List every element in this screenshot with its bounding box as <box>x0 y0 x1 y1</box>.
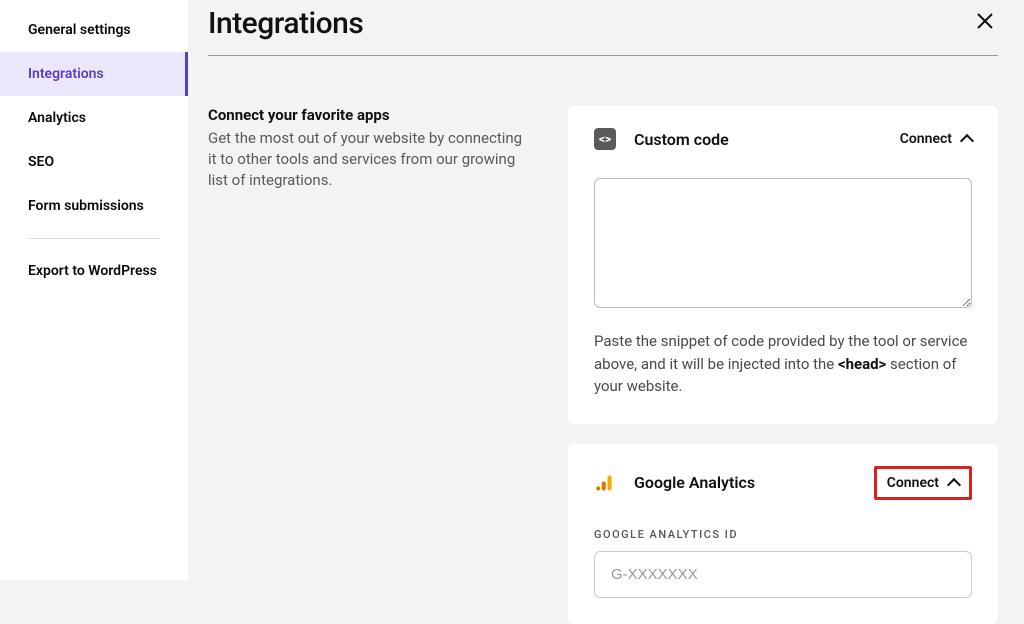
title-divider <box>208 55 998 56</box>
google-analytics-card: Google Analytics Connect GOOGLE ANALYTIC… <box>568 444 998 624</box>
chevron-up-icon <box>947 477 961 491</box>
sidebar-item-form-submissions[interactable]: Form submissions <box>0 184 188 228</box>
sidebar-item-seo[interactable]: SEO <box>0 140 188 184</box>
sidebar-item-export-wordpress[interactable]: Export to WordPress <box>0 249 188 293</box>
close-button[interactable] <box>972 8 998 39</box>
google-analytics-title: Google Analytics <box>634 473 755 492</box>
code-icon: <> <box>594 128 616 150</box>
close-icon <box>976 12 994 30</box>
google-analytics-icon <box>594 472 616 494</box>
custom-code-textarea[interactable] <box>594 178 972 308</box>
sidebar-divider <box>28 238 160 239</box>
intro-block: Connect your favorite apps Get the most … <box>208 106 528 624</box>
settings-sidebar: General settings Integrations Analytics … <box>0 0 188 580</box>
ga-id-label: GOOGLE ANALYTICS ID <box>594 528 972 541</box>
intro-heading: Connect your favorite apps <box>208 106 528 124</box>
chevron-up-icon <box>960 134 974 148</box>
main-panel: Integrations Connect your favorite apps … <box>188 0 1024 580</box>
custom-code-helper: Paste the snippet of code provided by th… <box>594 330 972 398</box>
connect-label: Connect <box>887 475 939 491</box>
ga-id-input[interactable] <box>594 551 972 598</box>
sidebar-item-integrations[interactable]: Integrations <box>0 52 188 96</box>
custom-code-card: <> Custom code Connect Paste the snippet… <box>568 106 998 424</box>
custom-code-connect-toggle[interactable]: Connect <box>900 131 972 147</box>
sidebar-item-general-settings[interactable]: General settings <box>0 8 188 52</box>
sidebar-item-analytics[interactable]: Analytics <box>0 96 188 140</box>
intro-description: Get the most out of your website by conn… <box>208 128 528 191</box>
google-analytics-connect-toggle[interactable]: Connect <box>874 466 972 500</box>
custom-code-title: Custom code <box>634 130 729 149</box>
page-title: Integrations <box>208 6 363 41</box>
connect-label: Connect <box>900 131 952 147</box>
